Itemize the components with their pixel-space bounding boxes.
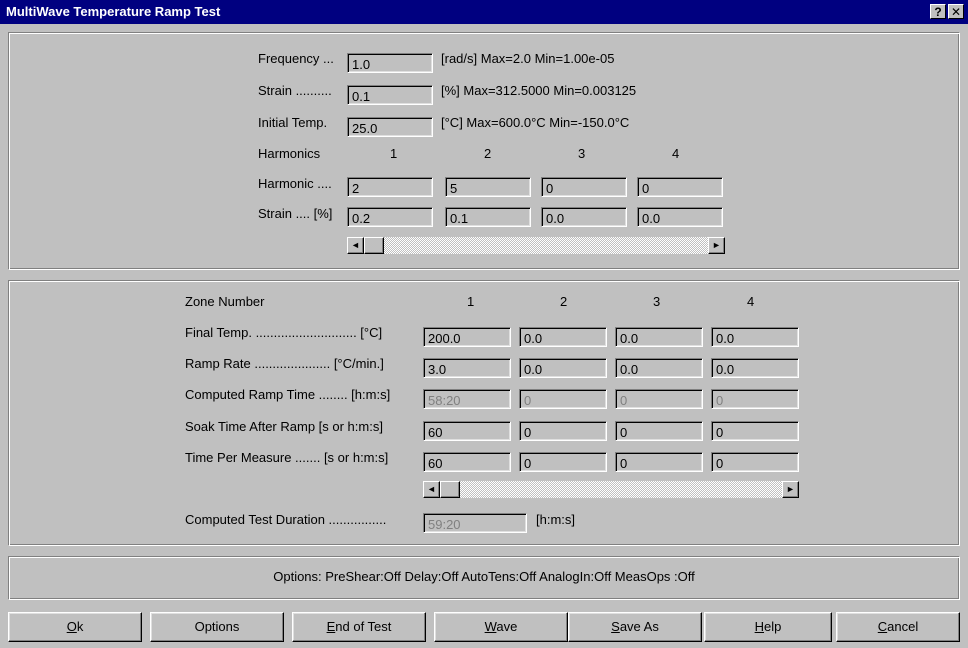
zone-column-header: 4: [747, 294, 755, 309]
title-bar: MultiWave Temperature Ramp Test ? ✕: [0, 0, 968, 24]
button-label-rest: nd of Test: [335, 619, 392, 634]
button-mnemonic: S: [611, 619, 620, 634]
initial-temp-range: [°C] Max=600.0°C Min=-150.0°C: [441, 115, 630, 130]
time-per-measure-field-4[interactable]: 0: [711, 452, 799, 472]
waveform-panel: Frequency ... 1.0 [rad/s] Max=2.0 Min=1.…: [8, 32, 960, 270]
strain-label: Strain ..........: [258, 83, 332, 98]
button-mnemonic: O: [66, 619, 77, 634]
scroll-right-icon[interactable]: ►: [782, 481, 799, 498]
harmonic-field-1[interactable]: 2: [347, 177, 433, 197]
button-label-rest: Options: [194, 619, 240, 634]
button-mnemonic: C: [877, 619, 888, 634]
time-per-measure-label: Time Per Measure ....... [s or h:m:s]: [185, 450, 389, 465]
zones-scrollbar[interactable]: ◄ ►: [423, 481, 799, 498]
harmonic-strain-field-1[interactable]: 0.2: [347, 207, 433, 227]
harmonic-row-label: Harmonic ....: [258, 176, 332, 191]
end-of-test-button[interactable]: End of Test: [292, 612, 426, 642]
frequency-field[interactable]: 1.0: [347, 53, 433, 73]
frequency-label: Frequency ...: [258, 51, 334, 66]
zone-column-header: 3: [653, 294, 661, 309]
zone-number-header: Zone Number: [185, 294, 265, 309]
ramp-rate-field-1[interactable]: 3.0: [423, 358, 511, 378]
scroll-left-icon[interactable]: ◄: [423, 481, 440, 498]
computed-ramp-time-field-2: 0: [519, 389, 607, 409]
final-temp-field-2[interactable]: 0.0: [519, 327, 607, 347]
harmonic-column-header: 2: [484, 146, 492, 161]
scroll-left-icon[interactable]: ◄: [347, 237, 364, 254]
zone-column-header: 1: [467, 294, 475, 309]
computed-ramp-time-field-1: 58:20: [423, 389, 511, 409]
save-as-button[interactable]: Save As: [568, 612, 702, 642]
time-per-measure-field-3[interactable]: 0: [615, 452, 703, 472]
strain-range: [%] Max=312.5000 Min=0.003125: [441, 83, 637, 98]
button-mnemonic: H: [754, 619, 765, 634]
button-mnemonic: E: [326, 619, 336, 634]
ramp-rate-field-2[interactable]: 0.0: [519, 358, 607, 378]
harmonic-strain-field-3[interactable]: 0.0: [541, 207, 627, 227]
harmonics-header: Harmonics: [258, 146, 321, 161]
help-button[interactable]: Help: [704, 612, 832, 642]
soak-time-field-2[interactable]: 0: [519, 421, 607, 441]
ramp-rate-field-4[interactable]: 0.0: [711, 358, 799, 378]
soak-time-field-1[interactable]: 60: [423, 421, 511, 441]
harmonic-column-header: 4: [672, 146, 680, 161]
time-per-measure-field-2[interactable]: 0: [519, 452, 607, 472]
final-temp-label: Final Temp. ............................…: [185, 325, 383, 340]
test-duration-field: 59:20: [423, 513, 527, 533]
wave-button[interactable]: Wave: [434, 612, 568, 642]
time-per-measure-field-1[interactable]: 60: [423, 452, 511, 472]
help-icon[interactable]: ?: [930, 4, 946, 19]
button-label-rest: k: [76, 619, 84, 634]
scroll-track[interactable]: [347, 237, 725, 254]
scroll-thumb[interactable]: [364, 237, 384, 254]
strain-field[interactable]: 0.1: [347, 85, 433, 105]
scroll-track[interactable]: [423, 481, 799, 498]
zone-column-header: 2: [560, 294, 568, 309]
soak-time-field-3[interactable]: 0: [615, 421, 703, 441]
computed-ramp-time-field-3: 0: [615, 389, 703, 409]
soak-time-label: Soak Time After Ramp [s or h:m:s]: [185, 419, 383, 434]
button-mnemonic: W: [484, 619, 497, 634]
zone-panel: Zone Number 1 2 3 4 Final Temp. ........…: [8, 280, 960, 546]
button-label-rest: elp: [764, 619, 782, 634]
ramp-rate-label: Ramp Rate ..................... [°C/min.…: [185, 356, 384, 371]
options-summary: Options: PreShear:Off Delay:Off AutoTens…: [273, 569, 695, 584]
ramp-rate-field-3[interactable]: 0.0: [615, 358, 703, 378]
harmonic-strain-field-2[interactable]: 0.1: [445, 207, 531, 227]
soak-time-field-4[interactable]: 0: [711, 421, 799, 441]
initial-temp-label: Initial Temp.: [258, 115, 328, 130]
final-temp-field-3[interactable]: 0.0: [615, 327, 703, 347]
strain-row-label: Strain .... [%]: [258, 206, 333, 221]
harmonic-field-4[interactable]: 0: [637, 177, 723, 197]
harmonic-field-2[interactable]: 5: [445, 177, 531, 197]
options-button[interactable]: Options: [150, 612, 284, 642]
test-duration-label: Computed Test Duration ................: [185, 512, 387, 527]
options-panel: Options: PreShear:Off Delay:Off AutoTens…: [8, 556, 960, 600]
button-label-rest: ave As: [619, 619, 659, 634]
scroll-thumb[interactable]: [440, 481, 460, 498]
computed-ramp-time-label: Computed Ramp Time ........ [h:m:s]: [185, 387, 391, 402]
close-icon[interactable]: ✕: [948, 4, 964, 19]
harmonics-scrollbar[interactable]: ◄ ►: [347, 237, 725, 254]
button-label-rest: ave: [496, 619, 518, 634]
ok-button[interactable]: Ok: [8, 612, 142, 642]
harmonic-column-header: 1: [390, 146, 398, 161]
final-temp-field-1[interactable]: 200.0: [423, 327, 511, 347]
test-duration-unit: [h:m:s]: [536, 512, 576, 527]
harmonic-strain-field-4[interactable]: 0.0: [637, 207, 723, 227]
final-temp-field-4[interactable]: 0.0: [711, 327, 799, 347]
scroll-right-icon[interactable]: ►: [708, 237, 725, 254]
frequency-range: [rad/s] Max=2.0 Min=1.00e-05: [441, 51, 615, 66]
initial-temp-field[interactable]: 25.0: [347, 117, 433, 137]
computed-ramp-time-field-4: 0: [711, 389, 799, 409]
harmonic-field-3[interactable]: 0: [541, 177, 627, 197]
button-label-rest: ancel: [887, 619, 919, 634]
harmonic-column-header: 3: [578, 146, 586, 161]
window-title: MultiWave Temperature Ramp Test: [6, 4, 221, 19]
cancel-button[interactable]: Cancel: [836, 612, 960, 642]
